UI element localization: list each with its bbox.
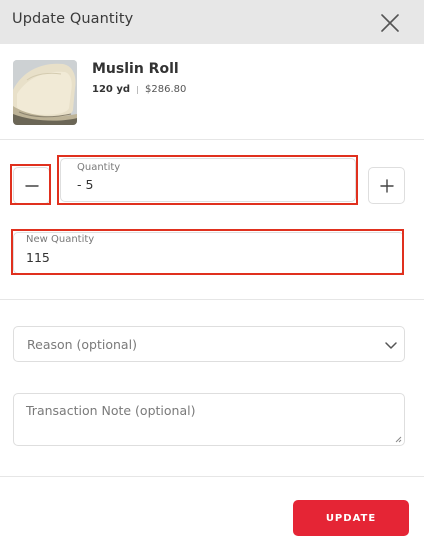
divider xyxy=(0,476,424,477)
folded-fabric-image xyxy=(13,60,77,125)
divider xyxy=(0,299,424,300)
resize-handle-icon[interactable] xyxy=(394,435,402,443)
increment-button[interactable] xyxy=(368,167,405,204)
close-icon xyxy=(381,14,399,32)
quantity-field[interactable]: Quantity xyxy=(60,158,356,202)
new-quantity-input[interactable] xyxy=(26,250,386,265)
reason-placeholder: Reason (optional) xyxy=(27,337,137,352)
divider xyxy=(0,139,424,140)
dialog-header: Update Quantity xyxy=(0,0,424,44)
transaction-note-field[interactable] xyxy=(13,393,405,446)
reason-select[interactable]: Reason (optional) xyxy=(13,326,405,362)
decrement-button[interactable] xyxy=(13,167,50,204)
chevron-down-icon xyxy=(385,342,397,349)
new-quantity-label: New Quantity xyxy=(26,234,95,245)
product-meta: 120 yd $286.80 xyxy=(92,84,186,95)
new-quantity-field[interactable]: New Quantity xyxy=(13,232,404,274)
plus-icon xyxy=(379,178,394,193)
dialog-title: Update Quantity xyxy=(12,11,134,27)
transaction-note-input[interactable] xyxy=(14,394,404,445)
close-button[interactable] xyxy=(378,11,402,35)
product-name: Muslin Roll xyxy=(92,61,179,77)
meta-separator xyxy=(137,85,139,94)
product-thumbnail xyxy=(13,60,77,125)
quantity-label: Quantity xyxy=(77,162,121,173)
quantity-input[interactable] xyxy=(77,177,337,192)
product-stock-quantity: 120 yd xyxy=(92,84,131,95)
product-price: $286.80 xyxy=(145,84,187,95)
update-button[interactable]: UPDATE xyxy=(293,500,409,536)
minus-icon xyxy=(24,184,39,187)
